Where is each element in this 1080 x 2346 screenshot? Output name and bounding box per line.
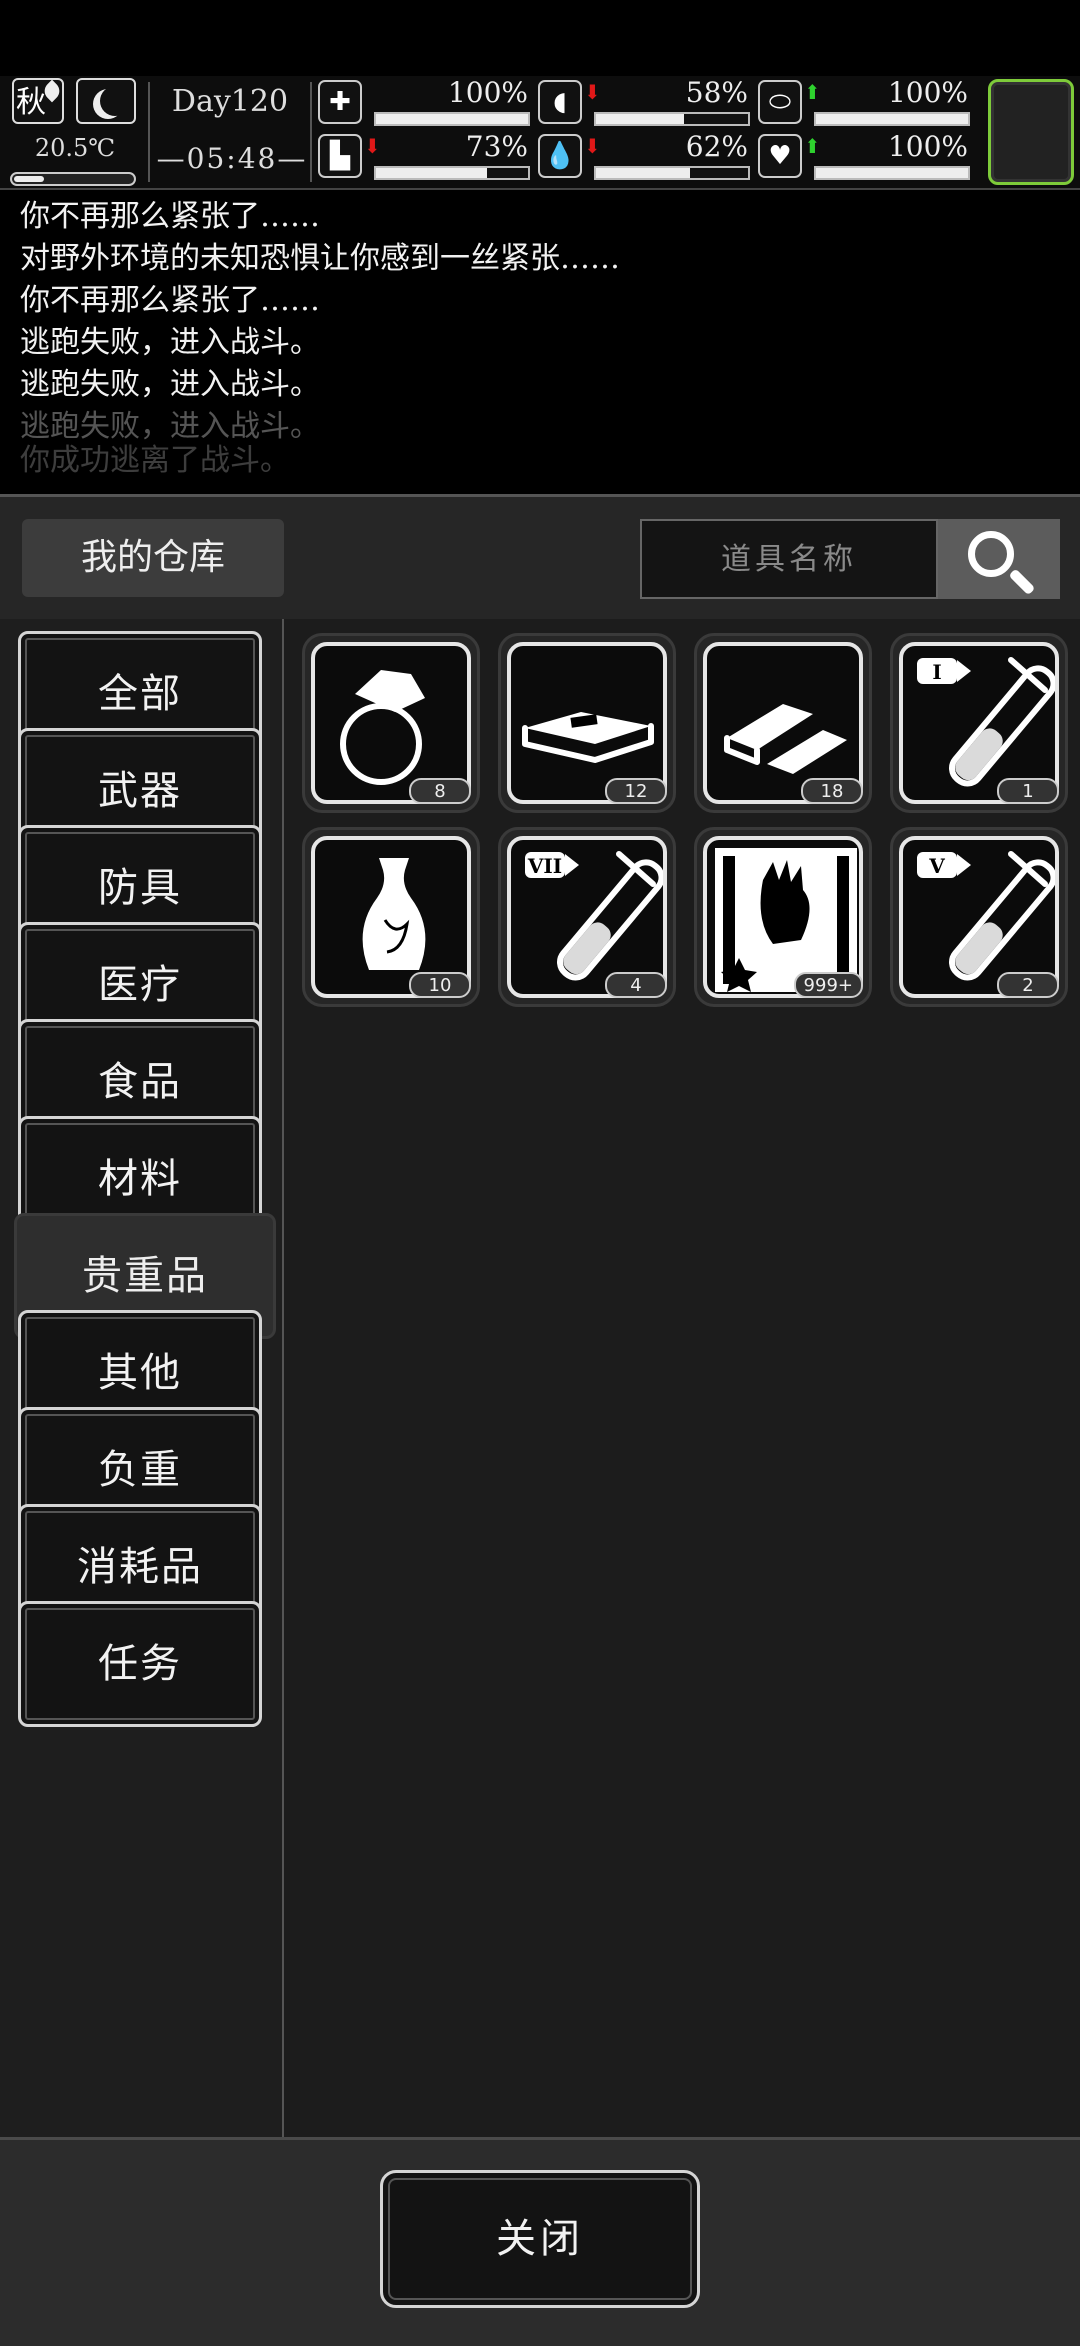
tube-label: I [932, 660, 941, 684]
pill-icon: ⬭ [758, 80, 802, 124]
heart-icon: ♥ [758, 134, 802, 178]
foot-icon: ▙ [318, 134, 362, 178]
item-search-input[interactable] [640, 519, 938, 599]
item-slot[interactable]: 10 [302, 827, 480, 1007]
item-slot[interactable]: V2 [890, 827, 1068, 1007]
item-search [640, 519, 1060, 599]
stat-mood: ♥ ⬆ 100% [758, 130, 970, 182]
message-log: 你不再那么紧张了…… 对野外环境的未知恐惧让你感到一丝紧张…… 你不再那么紧张了… [0, 196, 1080, 488]
stat-bar-fill [596, 168, 691, 178]
stat-bar [814, 112, 970, 126]
search-icon-handle [1008, 568, 1036, 596]
water-drop-icon: 💧 [538, 134, 582, 178]
item-count: 2 [997, 972, 1059, 998]
stomach-icon: ◖ [538, 80, 582, 124]
day-counter: Day120 [171, 84, 289, 119]
divider [310, 82, 312, 182]
item-count: 8 [409, 778, 471, 804]
close-button[interactable]: 关闭 [380, 2170, 700, 2308]
item-count: 18 [801, 778, 863, 804]
log-line: 对野外环境的未知恐惧让你感到一丝紧张…… [20, 241, 620, 276]
stat-thirst: 💧 ⬇ 62% [538, 130, 750, 182]
trend-up-icon: ⬆ [804, 134, 821, 158]
stat-bar [374, 166, 530, 180]
warehouse-panel: 我的仓库 全部武器防具医疗食品材料贵重品其他负重消耗品任务 81218I110V… [0, 494, 1080, 2346]
warehouse-title: 我的仓库 [22, 519, 284, 597]
item-slot[interactable]: 8 [302, 633, 480, 813]
item-slot[interactable]: I1 [890, 633, 1068, 813]
temperature-readout: 20.5℃ [34, 134, 116, 162]
stat-hunger: ◖ ⬇ 58% [538, 76, 750, 128]
trend-down-icon: ⬇ [584, 134, 601, 158]
stat-value: 62% [685, 130, 748, 163]
category-sidebar[interactable]: 全部 武器 防具 医疗 食品 材料 贵重品 其他 负重 消耗品 任务 [0, 619, 284, 2137]
log-line: 逃跑失败，进入战斗。 [20, 325, 320, 360]
item-slot[interactable]: 999+ [694, 827, 872, 1007]
log-line: 你不再那么紧张了…… [20, 199, 320, 234]
item-count: 10 [409, 972, 471, 998]
season-indicator: 秋 [12, 78, 64, 124]
temperature-bar [10, 172, 136, 186]
search-button[interactable] [938, 519, 1060, 599]
stat-value: 100% [887, 76, 968, 109]
stat-bar-fill [376, 168, 487, 178]
item-count: 4 [605, 972, 667, 998]
season-label: 秋 [16, 85, 46, 120]
status-hud: 秋 20.5℃ Day120 —05:48— ✚ 100% ◖ ⬇ 58% ⬭ ⬆ 100% ▙… [0, 76, 1080, 190]
item-count: 999+ [793, 972, 863, 998]
game-clock: —05:48— [156, 142, 308, 175]
moon-icon [100, 86, 130, 116]
tube-label: V [928, 854, 945, 878]
stat-value: 73% [465, 130, 528, 163]
search-icon [968, 531, 1014, 577]
stat-energy: ⬭ ⬆ 100% [758, 76, 970, 128]
trend-up-icon: ⬆ [804, 80, 821, 104]
item-count: 1 [997, 778, 1059, 804]
stat-bar [594, 112, 750, 126]
log-line: 你不再那么紧张了…… [20, 283, 320, 318]
stat-bar-fill [816, 168, 968, 178]
log-line: 你成功逃离了战斗。 [20, 443, 290, 478]
tube-label: VII [527, 854, 562, 878]
item-slot[interactable]: VII 4 [498, 827, 676, 1007]
medkit-icon: ✚ [318, 80, 362, 124]
item-grid: 8 12 18 I 1 10 VII 4 999+ V 2 [284, 619, 1080, 2137]
stat-bar-fill [816, 114, 968, 124]
character-portrait-button[interactable] [988, 79, 1074, 185]
stat-stamina: ▙ ⬇ 73% [318, 130, 530, 182]
night-indicator [76, 78, 136, 124]
stat-bar-fill [376, 114, 528, 124]
trend-down-icon: ⬇ [584, 80, 601, 104]
stat-bar [594, 166, 750, 180]
divider [148, 82, 150, 182]
stat-bar-fill [596, 114, 685, 124]
trend-down-icon: ⬇ [364, 134, 381, 158]
category-tab[interactable]: 任务 [18, 1601, 262, 1727]
stat-bar [814, 166, 970, 180]
item-count: 12 [605, 778, 667, 804]
stat-health: ✚ 100% [318, 76, 530, 128]
stat-value: 58% [685, 76, 748, 109]
stat-value: 100% [447, 76, 528, 109]
temperature-bar-fill [14, 176, 44, 182]
stat-value: 100% [887, 130, 968, 163]
footer-bar: 关闭 [0, 2137, 1080, 2346]
stat-bar [374, 112, 530, 126]
item-slot[interactable]: 18 [694, 633, 872, 813]
log-line: 逃跑失败，进入战斗。 [20, 367, 320, 402]
item-slot[interactable]: 12 [498, 633, 676, 813]
